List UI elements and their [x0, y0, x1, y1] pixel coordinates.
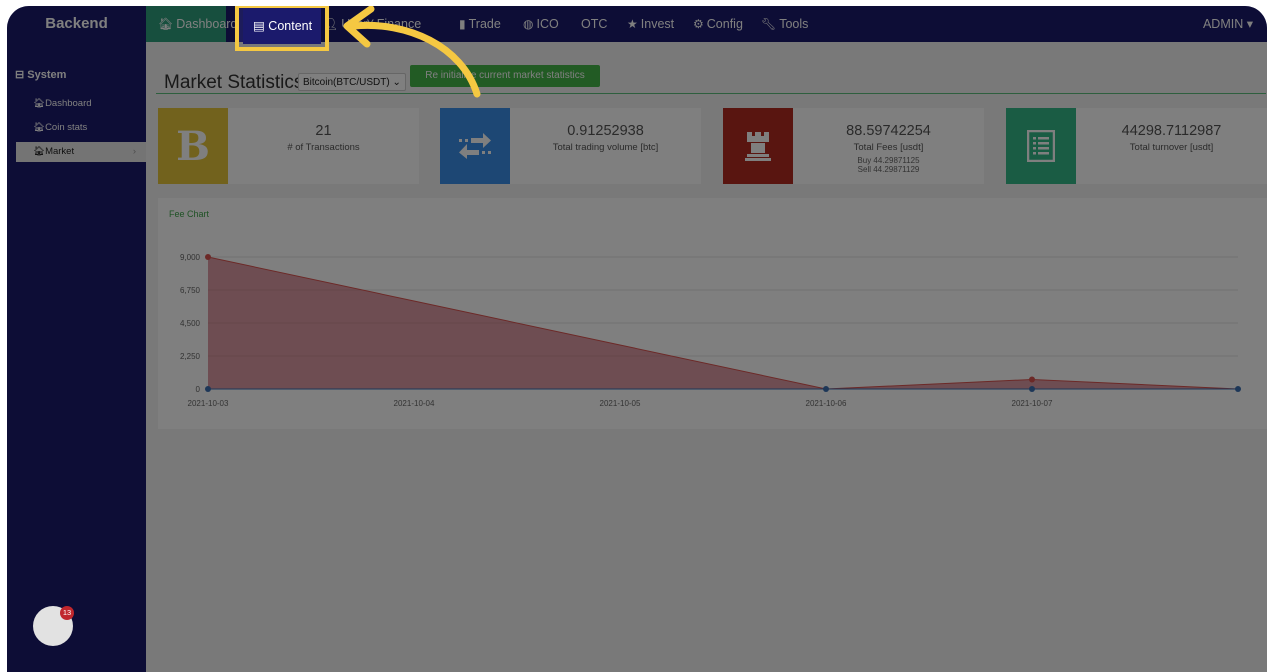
data-point — [205, 386, 211, 392]
stat-buy: Buy 44.29871125 — [857, 156, 920, 165]
nav-config[interactable]: ⚙ Config — [693, 6, 743, 42]
bar-chart-icon: ▮ — [459, 17, 466, 31]
title-divider — [156, 93, 1266, 94]
rook-icon — [723, 108, 793, 184]
data-point — [1029, 376, 1035, 383]
main-content: Market Statistics Bitcoin(BTC/USDT) ⌄ Re… — [146, 42, 1267, 672]
exchange-arrows-icon — [440, 108, 510, 184]
data-point — [823, 386, 829, 392]
stat-value: 21 — [315, 123, 332, 139]
nav-trade[interactable]: ▮ Trade — [459, 6, 501, 42]
star-icon: ★ — [627, 17, 638, 31]
admin-menu[interactable]: ADMIN ▾ — [1203, 6, 1253, 42]
data-point — [1235, 386, 1241, 392]
sidebar: ⊟ System 🏠︎Dashboard 🏠︎Coin stats 🏠︎Mark… — [7, 42, 146, 672]
sidebar-item-coin-stats[interactable]: 🏠︎Coin stats — [33, 122, 87, 133]
stat-value: 0.91252938 — [567, 123, 644, 139]
gear-icon: ⚙ — [693, 17, 704, 31]
stat-label: Total trading volume [btc] — [552, 142, 659, 153]
sidebar-item-label: Market — [45, 146, 75, 157]
nav-dashboard-label: Dashboard — [176, 17, 238, 31]
stat-card-transactions: B 21 # of Transactions — [158, 108, 419, 184]
x-tick-label: 2021-10-04 — [394, 399, 435, 408]
y-tick-label: 0 — [196, 385, 201, 394]
money-icon: ¥ — [367, 17, 374, 31]
sidebar-section-system[interactable]: ⊟ System — [15, 68, 66, 81]
wrench-icon: 🔧︎ — [761, 17, 777, 31]
nav-otc[interactable]: OTC — [581, 6, 607, 42]
y-tick-label: 4,500 — [180, 319, 201, 328]
x-tick-label: 2021-10-03 — [188, 399, 229, 408]
list-icon: ▤ — [249, 17, 261, 31]
nav-finance[interactable]: ¥ Finance — [367, 6, 421, 42]
x-tick-label: 2021-10-07 — [1012, 399, 1053, 408]
y-tick-label: 9,000 — [180, 253, 201, 262]
top-nav-bar: Backend 🏠︎ Dashboard ▤ Content 👤︎ User ¥ Fin… — [7, 6, 1267, 42]
user-icon: 👤︎ — [323, 17, 339, 31]
stat-card-turnover: 44298.7112987 Total turnover [usdt] — [1006, 108, 1267, 184]
sidebar-item-dashboard[interactable]: 🏠︎Dashboard — [33, 98, 92, 109]
stat-label: Total Fees [usdt] — [853, 142, 924, 153]
fee-chart-panel: Fee Chart 0 2,250 4,500 6,750 9,000 2021-10-0… — [158, 198, 1267, 429]
data-point — [1029, 386, 1035, 392]
y-tick-label: 2,250 — [180, 352, 201, 361]
nav-finance-label: Finance — [376, 17, 422, 31]
sidebar-item-market[interactable]: 🏠︎Market › — [16, 142, 146, 162]
list-document-icon — [1006, 108, 1076, 184]
home-icon: 🏠︎ — [33, 122, 46, 133]
chevron-right-icon: › — [132, 146, 136, 157]
stat-value: 88.59742254 — [846, 123, 931, 139]
nav-otc-label: OTC — [581, 17, 608, 31]
reinitialize-button[interactable]: Re initialize current market statistics — [410, 65, 600, 87]
home-icon: 🏠︎ — [33, 146, 46, 157]
stat-card-volume: 0.91252938 Total trading volume [btc] — [440, 108, 701, 184]
fee-chart: 0 2,250 4,500 6,750 9,000 2021-10-03 2021-10-0… — [180, 253, 1241, 408]
coin-select[interactable]: Bitcoin(BTC/USDT) ⌄ — [298, 73, 406, 91]
bitcoin-icon: B — [158, 108, 228, 184]
page-title: Market Statistics — [164, 72, 304, 93]
nav-ico-label: ICO — [536, 17, 559, 31]
home-icon: 🏠︎ — [33, 98, 46, 109]
nav-trade-label: Trade — [468, 17, 501, 31]
sidebar-item-label: Dashboard — [45, 98, 92, 109]
nav-dashboard[interactable]: 🏠︎ Dashboard — [146, 6, 237, 42]
data-point — [205, 254, 211, 260]
y-tick-label: 6,750 — [180, 286, 201, 295]
collapse-icon: ⊟ — [15, 69, 28, 81]
nav-content[interactable]: ▤ Content — [239, 6, 318, 42]
nav-user[interactable]: 👤︎ User — [323, 6, 368, 42]
stat-card-fees: 88.59742254 Total Fees [usdt] Buy 44.298… — [723, 108, 984, 184]
app-window: Backend 🏠︎ Dashboard ▤ Content 👤︎ User ¥ Fin… — [7, 6, 1267, 672]
notification-badge: 13 — [60, 606, 74, 620]
nav-ico[interactable]: ◍ ICO — [523, 6, 559, 42]
nav-content-label: Content — [263, 17, 308, 31]
nav-user-label: User — [341, 17, 368, 31]
brand-logo[interactable]: Backend — [7, 6, 146, 42]
stat-label: Total turnover [usdt] — [1129, 142, 1214, 153]
stat-label: # of Transactions — [287, 142, 360, 153]
nav-config-label: Config — [706, 17, 743, 31]
globe-icon: ◍ — [523, 17, 534, 31]
sidebar-item-label: Coin stats — [45, 122, 88, 133]
nav-tools[interactable]: 🔧︎ Tools — [761, 6, 808, 42]
home-icon: 🏠︎ — [158, 17, 174, 31]
sidebar-section-label: System — [27, 69, 67, 81]
nav-invest[interactable]: ★ Invest — [627, 6, 674, 42]
x-tick-label: 2021-10-05 — [600, 399, 641, 408]
stat-value: 44298.7112987 — [1121, 123, 1222, 139]
nav-invest-label: Invest — [640, 17, 675, 31]
x-tick-label: 2021-10-06 — [806, 399, 847, 408]
nav-tools-label: Tools — [779, 17, 809, 31]
stat-sell: Sell 44.29871129 — [857, 165, 920, 174]
